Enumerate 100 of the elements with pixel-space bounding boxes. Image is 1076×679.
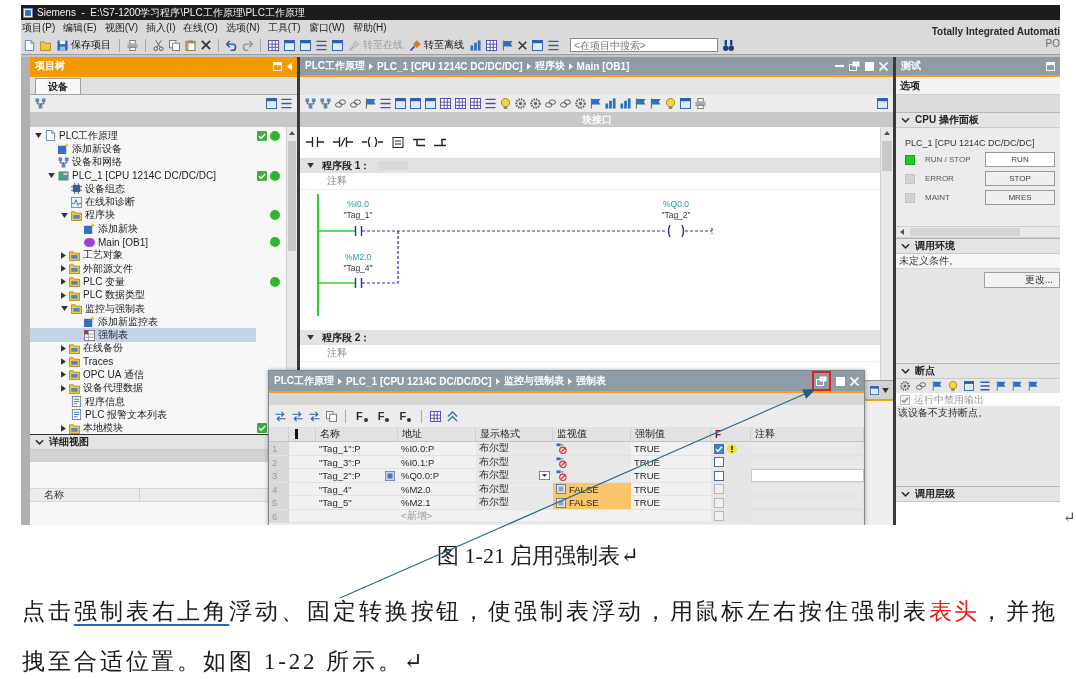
swap-arrows-icon[interactable] [275, 410, 286, 422]
gear-icon[interactable] [515, 98, 526, 109]
caret-right-icon[interactable] [61, 291, 66, 299]
bulb-icon[interactable] [500, 98, 511, 109]
menu-item[interactable]: 项目(P) [22, 21, 56, 35]
tree-item[interactable]: 添加新监控表 [30, 315, 256, 329]
function-box-icon[interactable] [392, 136, 404, 148]
double-chevron-up-icon[interactable] [447, 410, 459, 422]
toolbar-button[interactable]: 保存项目 [56, 38, 112, 52]
tree-item[interactable]: 工艺对象 [30, 248, 256, 262]
chain-icon[interactable] [545, 98, 556, 109]
grid-icon[interactable] [470, 98, 481, 109]
force-button[interactable]: F [397, 410, 414, 422]
delete-cross-icon[interactable] [518, 40, 527, 50]
tree-item[interactable]: PLC_1 [CPU 1214C DC/DC/DC] [30, 168, 256, 183]
network-icon[interactable] [320, 98, 331, 109]
window-icon[interactable] [332, 39, 343, 51]
mode-button[interactable]: MRES [985, 190, 1055, 205]
tree-item[interactable]: 设备代理数据 [30, 381, 256, 395]
caret-down-icon[interactable] [61, 306, 68, 311]
menu-item[interactable]: 插入(I) [146, 21, 176, 35]
lines-icon[interactable] [316, 39, 327, 51]
tree-item[interactable]: Traces [30, 355, 256, 369]
caret-down-icon[interactable] [48, 173, 55, 179]
binoculars-icon[interactable] [723, 39, 734, 51]
clipboard-icon[interactable] [185, 39, 196, 51]
checkbox[interactable] [714, 443, 724, 454]
caret-right-icon[interactable] [61, 251, 66, 259]
close-icon[interactable] [879, 61, 888, 71]
tree-item[interactable]: 外部源文件 [30, 261, 256, 276]
window-icon[interactable] [266, 98, 277, 109]
swap-arrows-icon[interactable] [309, 410, 320, 422]
checkbox[interactable] [714, 457, 724, 467]
tree-item[interactable]: 程序块 [30, 208, 256, 223]
menu-item[interactable]: 窗口(W) [308, 21, 345, 35]
caret-right-icon[interactable] [61, 371, 66, 379]
window-icon[interactable] [425, 98, 436, 109]
lines-icon[interactable] [980, 381, 990, 391]
section-header[interactable]: CPU 操作面板 [896, 112, 1060, 128]
dropdown-arrow-icon[interactable] [539, 471, 550, 480]
caret-down-icon[interactable] [61, 212, 68, 218]
grid-icon[interactable] [486, 39, 497, 51]
lines-icon[interactable] [485, 98, 496, 109]
tree-item[interactable]: 添加新块 [30, 222, 256, 236]
lines-icon[interactable] [548, 39, 559, 51]
flag-icon[interactable] [996, 381, 1006, 391]
chain-icon[interactable] [916, 381, 926, 391]
menu-item[interactable]: 在线(O) [183, 21, 218, 35]
network-icon[interactable] [305, 98, 316, 109]
flag-icon[interactable] [502, 39, 513, 51]
flag-icon[interactable] [635, 98, 646, 109]
flag-icon[interactable] [365, 98, 376, 109]
bulb-icon[interactable] [665, 98, 676, 109]
contact-icon[interactable] [306, 137, 324, 147]
caret-right-icon[interactable] [61, 278, 66, 286]
comment-field[interactable] [751, 496, 864, 509]
maximize-icon[interactable] [836, 376, 845, 386]
window-icon[interactable] [300, 39, 311, 51]
flag-icon[interactable] [650, 98, 661, 109]
vertical-scrollbar[interactable] [286, 127, 297, 370]
copy-icon[interactable] [326, 410, 337, 422]
maximize-icon[interactable] [865, 61, 874, 71]
chain-icon[interactable] [335, 98, 346, 109]
tree-item[interactable]: PLC 数据类型 [30, 288, 256, 302]
window-icon[interactable] [870, 385, 879, 395]
menu-item[interactable]: 帮助(H) [352, 21, 387, 35]
caret-down-icon[interactable] [882, 387, 889, 393]
section-header[interactable]: 调用层级 [896, 486, 1060, 502]
bars-icon[interactable] [470, 39, 481, 51]
mode-button[interactable]: RUN [985, 152, 1055, 167]
printer-icon[interactable] [695, 98, 706, 109]
flag-icon[interactable] [1028, 381, 1038, 391]
toolbar-button[interactable]: 转至离线 [409, 38, 465, 52]
section-header[interactable]: 断点 [896, 363, 1060, 379]
chain-icon[interactable] [350, 98, 361, 109]
caret-right-icon[interactable] [61, 384, 66, 392]
horizontal-scrollbar[interactable] [896, 226, 1060, 238]
comment-field[interactable] [751, 469, 864, 482]
chain-icon[interactable] [560, 98, 571, 109]
flag-icon[interactable] [932, 381, 942, 391]
gear-icon[interactable] [900, 381, 910, 391]
tab[interactable]: 设备 [35, 78, 81, 94]
delete-cross-icon[interactable] [201, 40, 211, 50]
printer-icon[interactable] [127, 39, 138, 51]
swap-arrows-icon[interactable] [292, 410, 303, 422]
grid-icon[interactable] [430, 410, 442, 422]
tree-item[interactable]: PLC 变量 [30, 275, 256, 289]
window-icon[interactable] [284, 39, 295, 51]
caret-down-icon[interactable] [307, 163, 314, 168]
tree-item[interactable]: 强制表 [30, 328, 256, 342]
caret-right-icon[interactable] [61, 424, 66, 432]
lines-icon[interactable] [281, 98, 292, 109]
square-icon[interactable] [385, 470, 395, 481]
tree-item[interactable]: Main [OB1] [30, 235, 256, 249]
close-icon[interactable] [850, 376, 859, 386]
coil-icon[interactable] [362, 137, 383, 147]
flag-icon[interactable] [1012, 381, 1022, 391]
network-icon[interactable] [35, 98, 46, 109]
bars-icon[interactable] [605, 98, 616, 109]
grid-icon[interactable] [440, 98, 451, 109]
